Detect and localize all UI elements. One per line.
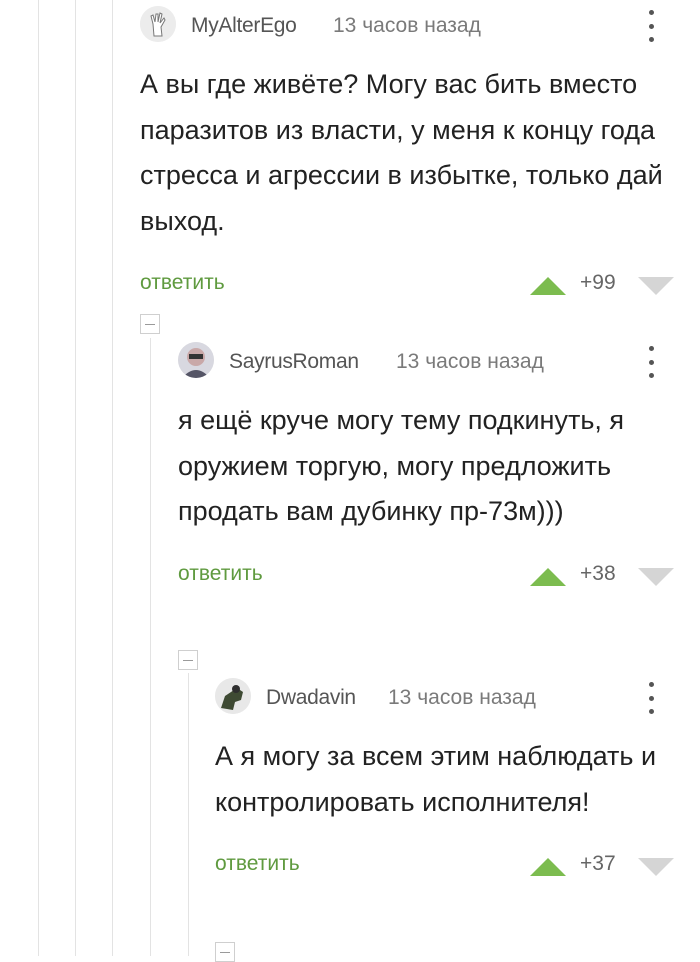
downvote-icon[interactable]	[638, 567, 674, 586]
upvote-icon[interactable]	[530, 277, 566, 295]
avatar[interactable]	[178, 342, 214, 378]
reply-link[interactable]: ответить	[140, 271, 225, 295]
comment-username[interactable]: SayrusRoman	[229, 350, 359, 374]
comment-dwadavin: Dwadavin 13 часов назад А я могу за всем…	[215, 676, 680, 886]
comment-header: MyAlterEgo 13 часов назад	[140, 4, 680, 44]
comment-timestamp[interactable]: 13 часов назад	[333, 14, 481, 38]
comment-text: А я могу за всем этим наблюдать и контро…	[215, 741, 657, 817]
comment-actions: ответить +38	[178, 556, 680, 596]
thread-line	[38, 0, 39, 956]
reply-link[interactable]: ответить	[178, 562, 263, 586]
more-options-icon[interactable]	[645, 10, 657, 42]
more-options-icon[interactable]	[645, 682, 657, 714]
comment-actions: ответить +99	[140, 265, 680, 305]
avatar[interactable]	[140, 6, 176, 42]
upvote-icon[interactable]	[530, 858, 566, 876]
downvote-icon[interactable]	[638, 858, 674, 876]
collapse-thread-icon[interactable]	[140, 314, 160, 334]
comment-rating: +37	[580, 852, 616, 875]
comment-username[interactable]: MyAlterEgo	[191, 14, 297, 38]
downvote-icon[interactable]	[638, 277, 674, 295]
comment-timestamp[interactable]: 13 часов назад	[396, 350, 544, 374]
comment-timestamp[interactable]: 13 часов назад	[388, 686, 536, 710]
comment-actions: ответить +37	[215, 846, 680, 886]
comment-username[interactable]: Dwadavin	[266, 686, 356, 710]
comment-rating: +99	[580, 271, 616, 294]
comment-rating: +38	[580, 561, 616, 585]
comment-text: А вы где живёте? Могу вас бить вместо па…	[140, 69, 663, 236]
thread-line	[150, 338, 151, 956]
thread-line	[75, 0, 76, 956]
avatar[interactable]	[215, 678, 251, 714]
thread-line	[112, 0, 113, 956]
comment-text: я ещё круче могу тему подкинуть, я оружи…	[178, 405, 625, 526]
reply-link[interactable]: ответить	[215, 852, 300, 876]
comment-header: Dwadavin 13 часов назад	[215, 676, 680, 716]
thread-line	[188, 673, 189, 956]
comment-header: SayrusRoman 13 часов назад	[178, 340, 680, 380]
collapse-thread-icon[interactable]	[215, 942, 235, 962]
collapse-thread-icon[interactable]	[178, 650, 198, 670]
more-options-icon[interactable]	[645, 346, 657, 378]
comment-myalterego: MyAlterEgo 13 часов назад А вы где живёт…	[140, 4, 680, 305]
upvote-icon[interactable]	[530, 567, 566, 586]
comment-sayrusroman: SayrusRoman 13 часов назад я ещё круче м…	[178, 340, 680, 596]
